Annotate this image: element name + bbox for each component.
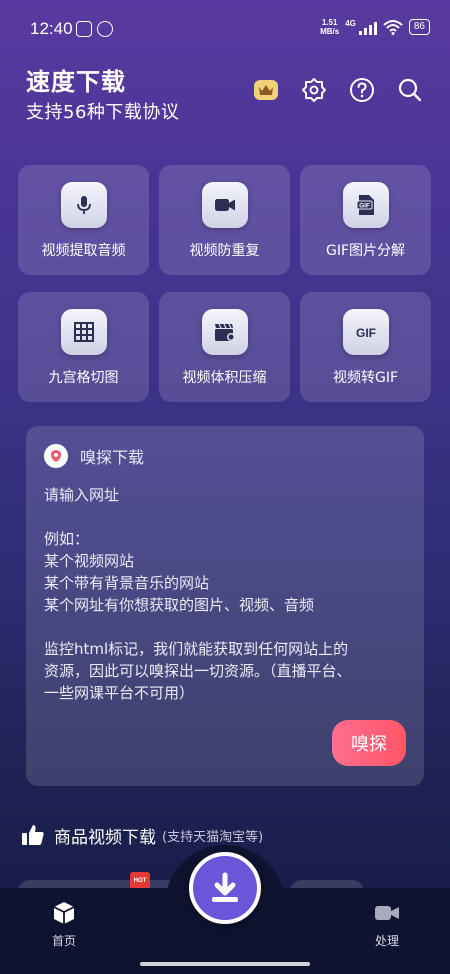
product-video-note: (支持天猫淘宝等)	[162, 829, 264, 845]
cube-home-icon	[53, 902, 75, 924]
tool-nine-grid[interactable]: 九宫格切图	[18, 292, 149, 402]
app-subtitle: 支持56种下载协议	[26, 102, 180, 123]
tool-label: GIF图片分解	[325, 243, 406, 259]
help-question-icon[interactable]	[348, 76, 376, 104]
tool-label: 视频提取音频	[41, 243, 126, 259]
tool-video-compress[interactable]: 视频体积压缩	[159, 292, 290, 402]
search-icon[interactable]	[396, 76, 424, 104]
nav-home[interactable]: 首页	[34, 900, 94, 949]
video-camera-icon	[375, 906, 399, 920]
tool-label: 视频转GIF	[332, 370, 399, 386]
nav-process-label: 处理	[374, 934, 399, 948]
net-speed-unit: MB/s	[320, 27, 340, 36]
thumbs-up-icon	[22, 825, 44, 845]
tool-grid: 视频提取音频 视频防重复 GIF GIF图片分解 九宫格切图 视频体积压缩 GI…	[18, 165, 432, 402]
net-speed: 1.51 MB/s	[320, 18, 339, 36]
wifi-icon	[383, 20, 403, 35]
tool-extract-audio[interactable]: 视频提取音频	[18, 165, 149, 275]
microphone-icon	[60, 182, 107, 228]
example-item: 某个视频网站	[44, 552, 135, 570]
net-speed-value: 1.51	[321, 18, 338, 27]
tool-gif-split[interactable]: GIF GIF图片分解	[300, 165, 431, 275]
description-line: 一些网课平台不可用）	[44, 684, 195, 702]
status-bar: 12:40 1.51 MB/s 4G 86	[0, 0, 450, 60]
gif-icon: GIF	[342, 309, 389, 355]
sniff-button[interactable]: 嗅探	[332, 720, 406, 766]
status-app-icon	[76, 21, 92, 37]
header-actions	[252, 76, 424, 104]
status-app-icon	[97, 21, 113, 37]
battery-indicator: 86	[408, 19, 430, 35]
tool-label: 视频体积压缩	[182, 370, 267, 386]
example-heading: 例如：	[44, 530, 90, 548]
download-icon	[212, 872, 238, 902]
example-item: 某个网址有你想获取的图片、视频、音频	[44, 596, 315, 614]
signal-icon: 4G	[345, 19, 377, 35]
description-line: 监控html标记，我们就能获取到任何网站上的	[44, 640, 349, 658]
status-time: 12:40	[30, 19, 73, 38]
grid-icon	[60, 309, 107, 355]
nav-process[interactable]: 处理	[357, 900, 417, 949]
example-item: 某个带有背景音乐的网站	[44, 574, 210, 592]
tool-label: 视频防重复	[189, 243, 260, 259]
nav-home-label: 首页	[51, 934, 76, 948]
video-camera-icon	[201, 182, 248, 228]
description-line: 资源，因此可以嗅探出一切资源。（直播平台、	[44, 662, 352, 680]
clapperboard-icon	[201, 309, 248, 355]
sniff-download-card: 嗅探下载 请输入网址 例如： 某个视频网站 某个带有背景音乐的网站 某个网址有你…	[26, 426, 424, 786]
home-indicator	[140, 962, 310, 966]
product-video-title: 商品视频下载	[54, 827, 156, 848]
tool-label: 九宫格切图	[48, 370, 119, 386]
network-type: 4G	[345, 19, 356, 28]
sniff-logo-icon	[44, 444, 68, 468]
gif-file-text: GIF	[359, 203, 370, 210]
settings-gear-icon[interactable]	[300, 76, 328, 104]
gif-text: GIF	[356, 326, 376, 340]
app-title: 速度下载	[26, 68, 126, 96]
sniff-title: 嗅探下载	[80, 448, 145, 467]
download-fab-button[interactable]	[189, 852, 261, 924]
gif-file-icon: GIF	[342, 182, 389, 228]
tool-video-dedupe[interactable]: 视频防重复	[159, 165, 290, 275]
sniff-placeholder: 请输入网址	[44, 486, 120, 504]
vip-crown-icon[interactable]	[252, 76, 280, 104]
sniff-url-input[interactable]: 请输入网址 例如： 某个视频网站 某个带有背景音乐的网站 某个网址有你想获取的图…	[44, 484, 414, 704]
status-indicators: 1.51 MB/s 4G 86	[320, 18, 430, 36]
sniff-header: 嗅探下载	[44, 444, 144, 468]
tool-video-to-gif[interactable]: GIF 视频转GIF	[300, 292, 431, 402]
